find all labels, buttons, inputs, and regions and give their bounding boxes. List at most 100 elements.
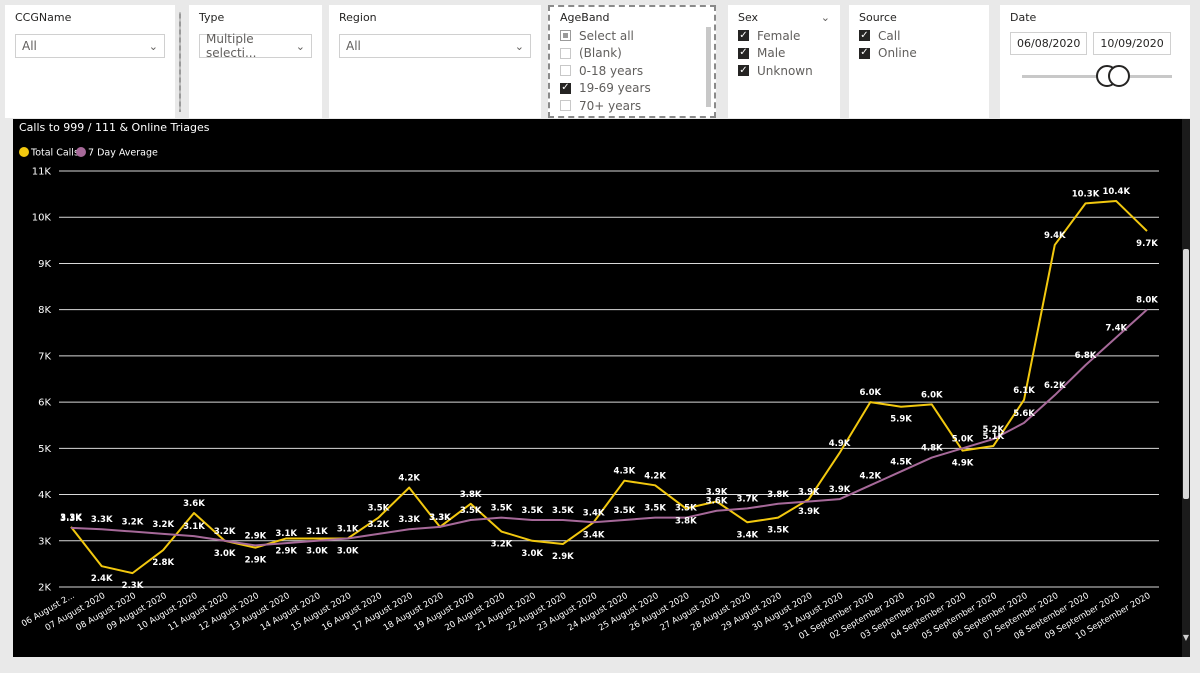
ageband-option[interactable]: ✓ 19-69 years	[560, 80, 704, 98]
data-label: 6.2K	[1044, 381, 1066, 391]
data-label: 3.5K	[614, 506, 636, 516]
date-start-input[interactable]: 06/08/2020	[1010, 32, 1088, 55]
chart-title: Calls to 999 / 111 & Online Triages	[19, 121, 210, 134]
data-label: 10.4K	[1102, 187, 1130, 197]
y-tick-label: 7K	[38, 351, 51, 362]
checkbox[interactable]	[560, 65, 571, 77]
type-dropdown-value: Multiple selecti...	[206, 32, 257, 60]
data-label: 3.1K	[183, 522, 205, 532]
data-label: 3.5K	[521, 506, 543, 516]
chevron-down-icon: ⌄	[148, 39, 158, 53]
data-label: 4.3K	[614, 467, 636, 477]
ageband-slicer: AgeBand Select all (Blank) 0-18 years ✓ 1…	[548, 5, 716, 118]
y-tick-label: 5K	[38, 444, 51, 455]
data-label: 3.5K	[368, 504, 390, 514]
checkbox[interactable]: ✓	[738, 47, 749, 59]
ageband-scrollbar[interactable]	[706, 27, 711, 107]
data-label: 4.9K	[829, 439, 851, 449]
data-label: 3.4K	[583, 530, 605, 540]
ccgname-dropdown-value: All	[22, 39, 37, 53]
checkbox[interactable]	[560, 30, 571, 42]
chevron-down-icon: ⌄	[295, 39, 305, 53]
data-label: 3.0K	[337, 546, 359, 556]
chevron-down-icon[interactable]: ⌄	[821, 11, 830, 24]
y-tick-label: 4K	[38, 490, 51, 501]
legend-marker-total-calls	[19, 147, 29, 157]
checkbox[interactable]: ✓	[738, 30, 749, 42]
date-slicer-title: Date	[1010, 11, 1037, 24]
data-label: 3.5K	[491, 504, 513, 514]
data-label: 2.4K	[91, 574, 113, 584]
data-label: 3.3K	[60, 514, 82, 524]
region-dropdown-value: All	[346, 39, 361, 53]
data-label: 3.5K	[460, 506, 482, 516]
data-label: 4.2K	[859, 471, 881, 481]
data-label: 4.2K	[398, 474, 420, 484]
data-label: 6.8K	[1075, 351, 1097, 361]
slider-handle-end[interactable]	[1108, 65, 1130, 87]
scroll-down-icon[interactable]: ▼	[1182, 633, 1190, 643]
legend-label-7-day-average[interactable]: 7 Day Average	[88, 148, 158, 159]
ccgname-dropdown[interactable]: All ⌄	[15, 34, 165, 58]
sex-option[interactable]: ✓ Female	[738, 27, 830, 45]
source-option[interactable]: ✓ Online	[859, 45, 979, 63]
data-label: 9.7K	[1136, 239, 1158, 249]
sex-options: ✓ Female ✓ Male ✓ Unknown	[738, 27, 830, 80]
chart-scrollbar[interactable]: ▼	[1182, 119, 1190, 657]
checkbox[interactable]: ✓	[738, 65, 749, 77]
data-label: 3.3K	[429, 513, 451, 523]
scrollbar-thumb[interactable]	[1183, 249, 1189, 499]
checkbox[interactable]: ✓	[560, 82, 571, 94]
legend-label-total-calls[interactable]: Total Calls	[30, 148, 79, 159]
chevron-down-icon: ⌄	[514, 39, 524, 53]
data-label: 5.0K	[952, 434, 974, 444]
ageband-option[interactable]: 0-18 years	[560, 62, 704, 80]
source-options: ✓ Call ✓ Online	[859, 27, 979, 62]
checkbox[interactable]	[560, 47, 571, 59]
data-label: 4.2K	[644, 471, 666, 481]
data-label: 3.1K	[306, 527, 328, 537]
data-label: 5.6K	[1013, 409, 1035, 419]
date-range-slider[interactable]	[1010, 65, 1180, 87]
data-label: 6.0K	[859, 388, 881, 398]
ageband-option-label: (Blank)	[579, 46, 622, 61]
ageband-option[interactable]: Select all	[560, 27, 704, 45]
date-end-input[interactable]: 10/09/2020	[1093, 32, 1171, 55]
checkbox[interactable]: ✓	[859, 47, 870, 59]
data-label: 3.2K	[152, 520, 174, 530]
data-label: 2.9K	[245, 531, 267, 541]
series-line-total-calls[interactable]	[70, 200, 1148, 575]
data-label: 3.1K	[275, 529, 297, 539]
data-label: 6.1K	[1013, 386, 1035, 396]
ccgname-slicer-title: CCGName	[15, 11, 72, 24]
data-label: 4.9K	[952, 459, 974, 469]
ageband-option-label: 19-69 years	[579, 81, 651, 96]
ageband-option[interactable]: (Blank)	[560, 45, 704, 63]
ageband-option[interactable]: 70+ years	[560, 97, 704, 115]
data-label: 3.2K	[214, 527, 236, 537]
data-label: 3.0K	[214, 549, 236, 559]
data-label: 3.9K	[798, 507, 820, 517]
data-label: 5.2K	[982, 425, 1004, 435]
source-option[interactable]: ✓ Call	[859, 27, 979, 45]
sex-option-label: Female	[757, 28, 801, 43]
checkbox[interactable]: ✓	[859, 30, 870, 42]
y-tick-label: 10K	[32, 213, 52, 224]
legend-marker-7-day-average	[76, 147, 86, 157]
sex-option[interactable]: ✓ Unknown	[738, 62, 830, 80]
data-label: 3.2K	[491, 540, 513, 550]
data-label: 4.8K	[921, 444, 943, 454]
type-dropdown[interactable]: Multiple selecti... ⌄	[199, 32, 312, 60]
ageband-slicer-title: AgeBand	[560, 11, 610, 24]
data-label: 3.8K	[767, 490, 789, 500]
checkbox[interactable]	[560, 100, 571, 112]
data-label: 3.3K	[91, 515, 113, 525]
data-label: 7.4K	[1105, 323, 1127, 333]
source-slicer-title: Source	[859, 11, 897, 24]
region-dropdown[interactable]: All ⌄	[339, 34, 531, 58]
data-label: 3.6K	[706, 497, 728, 507]
sex-option[interactable]: ✓ Male	[738, 45, 830, 63]
data-label: 3.9K	[798, 487, 820, 497]
data-label: 2.3K	[122, 581, 144, 591]
data-label: 3.7K	[737, 494, 759, 504]
